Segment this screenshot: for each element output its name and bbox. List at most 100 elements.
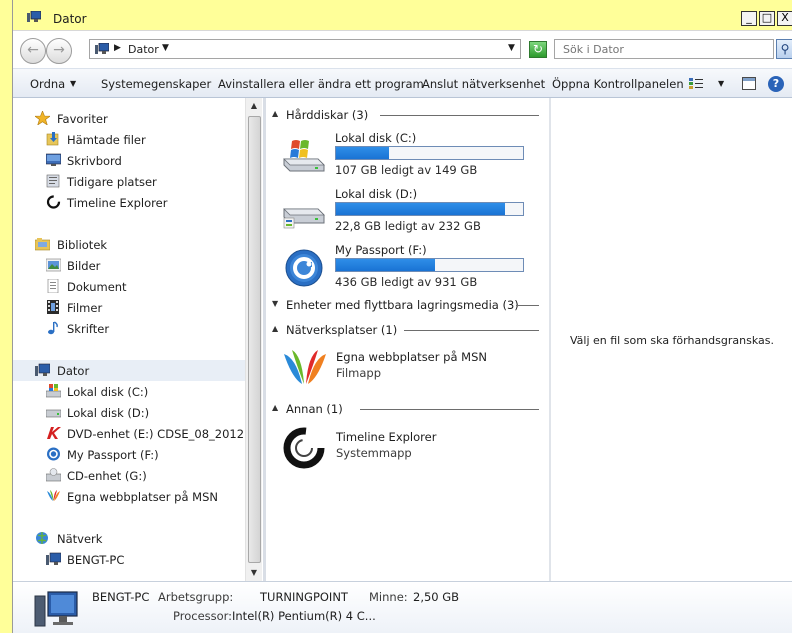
nav-network[interactable]: Nätverk (13, 528, 245, 549)
workgroup-label: Arbetsgrupp: (158, 590, 234, 604)
help-icon[interactable]: ? (768, 76, 784, 92)
nav-label: Tidigare platser (67, 175, 157, 189)
close-button[interactable]: X (777, 11, 792, 26)
windows-drive-icon (283, 140, 325, 172)
nav-item-pictures[interactable]: Bilder (13, 255, 245, 276)
refresh-button[interactable]: ↻ (529, 41, 547, 58)
drive-d[interactable]: Lokal disk (D:) 22,8 GB ledigt av 232 GB (266, 187, 549, 237)
nav-item-documents[interactable]: Dokument (13, 276, 245, 297)
nav-computer[interactable]: Dator (13, 360, 245, 381)
nav-label: Egna webbplatser på MSN (67, 490, 218, 504)
drive-c[interactable]: Lokal disk (C:) 107 GB ledigt av 149 GB (266, 131, 549, 181)
group-label: Hårddiskar (3) (286, 108, 369, 122)
scrollbar-thumb[interactable] (248, 116, 261, 563)
chevron-down-icon[interactable]: ▼ (718, 79, 724, 88)
computer-name: BENGT-PC (92, 590, 150, 604)
nav-label: Bibliotek (57, 238, 108, 252)
group-label: Nätverksplatser (1) (286, 323, 398, 337)
address-box[interactable]: ▶ Dator ▼ ▼ (89, 39, 521, 59)
videos-icon (47, 300, 59, 314)
uninstall-program-button[interactable]: Avinstallera eller ändra ett program (218, 77, 424, 91)
dvd-drive-icon (47, 427, 61, 439)
nav-item-drive-d[interactable]: Lokal disk (D:) (13, 402, 245, 423)
group-divider (380, 115, 539, 116)
search-icon[interactable]: ⚲ (776, 39, 792, 59)
timeline-explorer-item[interactable]: Timeline Explorer Systemmapp (266, 424, 549, 470)
group-header-network-locations[interactable]: ▲ Nätverksplatser (1) (266, 321, 549, 339)
chevron-down-icon[interactable]: ▼ (70, 79, 76, 88)
group-header-other[interactable]: ▲ Annan (1) (266, 400, 549, 418)
system-properties-button[interactable]: Systemegenskaper (101, 77, 211, 91)
address-bar: ← → ▶ Dator ▼ ▼ ↻ ⚲ (13, 30, 792, 68)
music-icon (48, 321, 58, 335)
title-bar: Dator _ □ X (13, 0, 792, 30)
nav-item-bengt-pc[interactable]: BENGT-PC (13, 549, 245, 570)
navigation-pane: Favoriter Hämtade filer Skrivbord Tidiga… (13, 98, 261, 578)
nav-item-drive-c[interactable]: Lokal disk (C:) (13, 381, 245, 402)
item-type: Systemmapp (336, 446, 412, 460)
nav-label: DVD-enhet (E:) CDSE_08_2012 (67, 427, 245, 441)
breadcrumb-dator[interactable]: Dator (128, 43, 159, 56)
chevron-right-icon[interactable]: ▶ (114, 43, 121, 53)
processor-label: Processor: (173, 609, 233, 623)
msn-sites-item[interactable]: Egna webbplatser på MSN Filmapp (266, 344, 549, 390)
nav-label: BENGT-PC (67, 553, 125, 567)
group-header-removable[interactable]: ▼ Enheter med flyttbara lagringsmedia (3… (266, 296, 549, 314)
item-type: Filmapp (336, 366, 382, 380)
drive-usage-bar (335, 146, 524, 160)
nav-label: Skrifter (67, 322, 110, 336)
group-header-hard-drives[interactable]: ▲ Hårddiskar (3) (266, 106, 549, 124)
organize-button[interactable]: Ordna (30, 77, 65, 91)
chevron-down-icon[interactable]: ▼ (272, 299, 278, 308)
network-icon (36, 532, 48, 544)
scroll-up-icon[interactable]: ▲ (246, 98, 262, 114)
forward-button[interactable]: → (46, 38, 72, 64)
drive-free-space: 436 GB ledigt av 931 GB (335, 275, 478, 289)
content-pane: ▲ Hårddiskar (3) Lokal disk (C:) 107 GB … (266, 98, 549, 581)
nav-favorites[interactable]: Favoriter (13, 108, 245, 129)
minimize-button[interactable]: _ (741, 11, 757, 26)
timeline-explorer-icon (46, 195, 61, 209)
network-computer-icon (46, 552, 61, 565)
chevron-up-icon[interactable]: ▲ (272, 109, 278, 118)
preview-pane-icon[interactable] (742, 77, 756, 90)
workgroup-value: TURNINGPOINT (260, 590, 348, 604)
open-control-panel-button[interactable]: Öppna Kontrollpanelen (552, 77, 684, 91)
explorer-window: Dator _ □ X ← → ▶ Dator ▼ ▼ ↻ ⚲ Ordna ▼ … (12, 0, 792, 633)
processor-value: Intel(R) Pentium(R) 4 C... (232, 609, 376, 623)
nav-item-cd-drive[interactable]: CD-enhet (G:) (13, 465, 245, 486)
views-icon[interactable] (689, 78, 703, 89)
nav-label: My Passport (F:) (67, 448, 159, 462)
nav-item-desktop[interactable]: Skrivbord (13, 150, 245, 171)
search-input[interactable] (555, 40, 773, 58)
scroll-down-icon[interactable]: ▼ (246, 565, 262, 581)
preview-pane: Välj en fil som ska förhandsgranskas. (551, 98, 792, 581)
computer-icon (27, 11, 41, 22)
map-network-drive-button[interactable]: Anslut nätverksenhet (422, 77, 545, 91)
nav-item-msn-sites[interactable]: Egna webbplatser på MSN (13, 486, 245, 507)
memory-value: 2,50 GB (413, 590, 460, 604)
details-pane: BENGT-PC Arbetsgrupp: TURNINGPOINT Minne… (13, 581, 792, 633)
maximize-button[interactable]: □ (759, 11, 775, 26)
chevron-up-icon[interactable]: ▲ (272, 324, 278, 333)
search-box[interactable] (554, 39, 774, 59)
nav-libraries[interactable]: Bibliotek (13, 234, 245, 255)
nav-item-my-passport[interactable]: My Passport (F:) (13, 444, 245, 465)
nav-item-dvd-drive[interactable]: DVD-enhet (E:) CDSE_08_2012 (13, 423, 245, 444)
group-label: Annan (1) (286, 402, 343, 416)
nav-item-recent-places[interactable]: Tidigare platser (13, 171, 245, 192)
chevron-up-icon[interactable]: ▲ (272, 403, 278, 412)
back-button[interactable]: ← (20, 38, 46, 64)
address-dropdown-icon[interactable]: ▼ (508, 43, 515, 53)
nav-item-downloads[interactable]: Hämtade filer (13, 129, 245, 150)
chevron-down-icon[interactable]: ▼ (162, 43, 169, 53)
nav-item-music[interactable]: Skrifter (13, 318, 245, 339)
nav-item-timeline-explorer[interactable]: Timeline Explorer (13, 192, 245, 213)
desktop-icon (46, 153, 61, 166)
drive-f[interactable]: My Passport (F:) 436 GB ledigt av 931 GB (266, 243, 549, 293)
nav-scrollbar[interactable]: ▲ ▼ (245, 98, 262, 581)
item-name: Egna webbplatser på MSN (336, 350, 487, 364)
memory-label: Minne: (369, 590, 408, 604)
library-icon (35, 238, 50, 251)
nav-item-videos[interactable]: Filmer (13, 297, 245, 318)
